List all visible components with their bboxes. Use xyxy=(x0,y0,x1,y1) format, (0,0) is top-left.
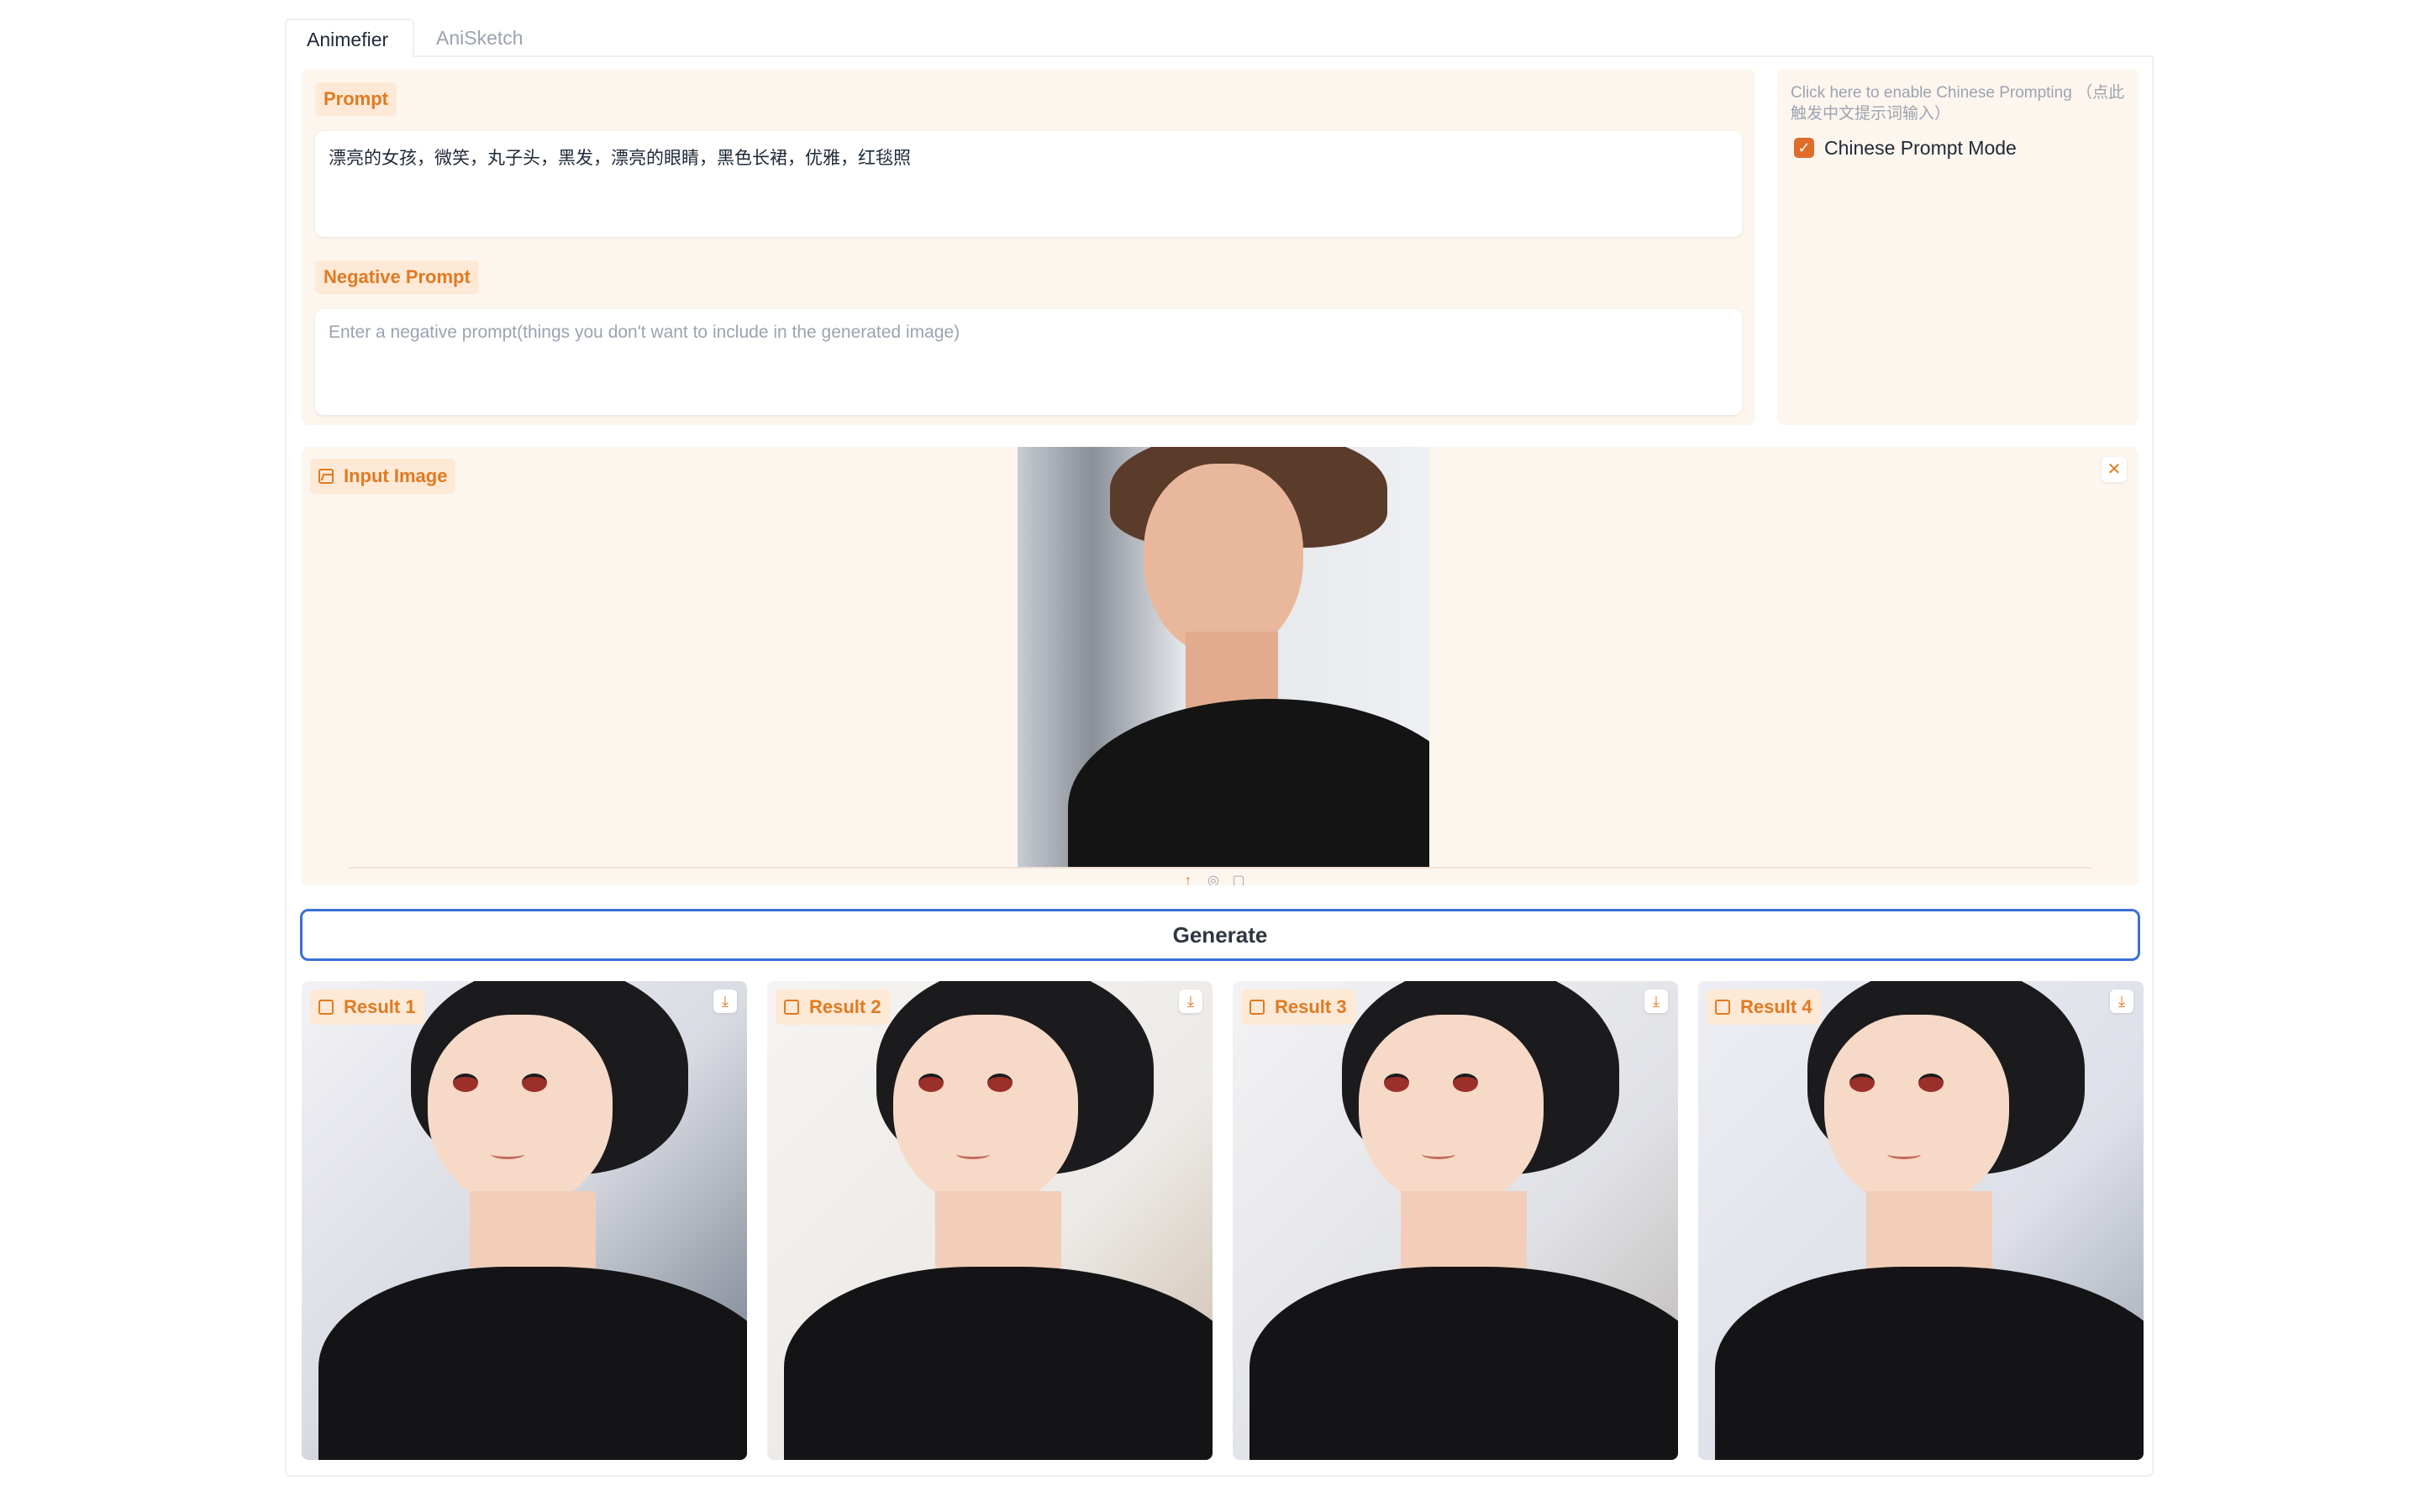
chinese-mode-section: Click here to enable Chinese Prompting （… xyxy=(1777,69,2139,425)
anime-eye-right xyxy=(1453,1074,1478,1092)
input-image-label-text: Input Image xyxy=(344,465,448,486)
webcam-icon[interactable]: ◎ xyxy=(1201,872,1226,885)
download-icon[interactable]: ⤓ xyxy=(1179,990,1202,1013)
download-icon[interactable]: ⤓ xyxy=(2110,990,2133,1013)
image-divider xyxy=(349,867,2091,869)
image-icon xyxy=(784,1000,799,1015)
anime-eye-left xyxy=(918,1074,944,1092)
negative-prompt-label: Negative Prompt xyxy=(315,260,479,294)
result-image-2[interactable]: Result 2 ⤓ xyxy=(767,981,1213,1460)
anime-dress xyxy=(784,1267,1213,1460)
chinese-mode-info: Click here to enable Chinese Prompting （… xyxy=(1791,84,2125,123)
tab-bar: Animefier AniSketch xyxy=(285,18,2154,59)
tab-anisketch[interactable]: AniSketch xyxy=(416,18,544,59)
image-source-toolbar: ↑ ◎ ▢ xyxy=(1176,872,1260,885)
result-image-4[interactable]: Result 4 ⤓ xyxy=(1698,981,2144,1460)
result-label: Result 4 xyxy=(1707,990,1821,1025)
anime-eye-right xyxy=(987,1074,1013,1092)
anime-eye-right xyxy=(522,1074,547,1092)
anime-dress xyxy=(318,1267,747,1460)
anime-mouth xyxy=(956,1149,990,1159)
result-label-text: Result 2 xyxy=(809,996,881,1017)
app-root: Animefier AniSketch Prompt 漂亮的女孩，微笑，丸子头，… xyxy=(285,18,2154,1477)
result-label: Result 2 xyxy=(776,990,890,1025)
prompt-section: Prompt 漂亮的女孩，微笑，丸子头，黑发，漂亮的眼睛，黑色长裙，优雅，红毯照… xyxy=(302,69,1755,425)
generate-button[interactable]: Generate xyxy=(300,909,2140,961)
prompt-input[interactable]: 漂亮的女孩，微笑，丸子头，黑发，漂亮的眼睛，黑色长裙，优雅，红毯照 xyxy=(315,131,1742,237)
close-icon[interactable]: ✕ xyxy=(2102,457,2127,482)
image-icon xyxy=(318,469,334,484)
clipboard-icon[interactable]: ▢ xyxy=(1226,872,1251,885)
result-label: Result 1 xyxy=(310,990,424,1025)
anime-face xyxy=(428,1015,613,1208)
anime-eye-left xyxy=(453,1074,478,1092)
anime-mouth xyxy=(491,1149,524,1159)
input-image-label: Input Image xyxy=(310,459,456,494)
input-image-section: Input Image ✕ ↑ ◎ ▢ xyxy=(302,447,2139,885)
photo-face xyxy=(1144,464,1303,657)
image-icon xyxy=(1715,1000,1730,1015)
input-image-preview[interactable] xyxy=(1018,447,1429,867)
anime-mouth xyxy=(1887,1149,1921,1159)
upload-icon[interactable]: ↑ xyxy=(1176,874,1201,885)
result-label-text: Result 4 xyxy=(1740,996,1812,1017)
anime-face xyxy=(893,1015,1078,1208)
result-label-text: Result 3 xyxy=(1275,996,1347,1017)
photo-dress xyxy=(1068,699,1429,867)
tab-animefier[interactable]: Animefier xyxy=(285,18,414,59)
anime-eye-right xyxy=(1918,1074,1944,1092)
anime-dress xyxy=(1715,1267,2144,1460)
negative-prompt-input[interactable]: Enter a negative prompt(things you don't… xyxy=(315,309,1742,415)
anime-face xyxy=(1824,1015,2009,1208)
prompt-label: Prompt xyxy=(315,82,397,116)
anime-face xyxy=(1359,1015,1544,1208)
anime-dress xyxy=(1249,1267,1678,1460)
result-label: Result 3 xyxy=(1241,990,1355,1025)
anime-eye-left xyxy=(1849,1074,1875,1092)
anime-mouth xyxy=(1422,1149,1455,1159)
chinese-mode-checkbox[interactable]: ✓ xyxy=(1794,138,1814,158)
download-icon[interactable]: ⤓ xyxy=(713,990,737,1013)
result-image-3[interactable]: Result 3 ⤓ xyxy=(1233,981,1678,1460)
download-icon[interactable]: ⤓ xyxy=(1644,990,1668,1013)
result-image-1[interactable]: Result 1 ⤓ xyxy=(302,981,747,1460)
image-icon xyxy=(1249,1000,1265,1015)
chinese-mode-label[interactable]: Chinese Prompt Mode xyxy=(1824,136,2017,160)
anime-eye-left xyxy=(1384,1074,1409,1092)
result-label-text: Result 1 xyxy=(344,996,416,1017)
image-icon xyxy=(318,1000,334,1015)
